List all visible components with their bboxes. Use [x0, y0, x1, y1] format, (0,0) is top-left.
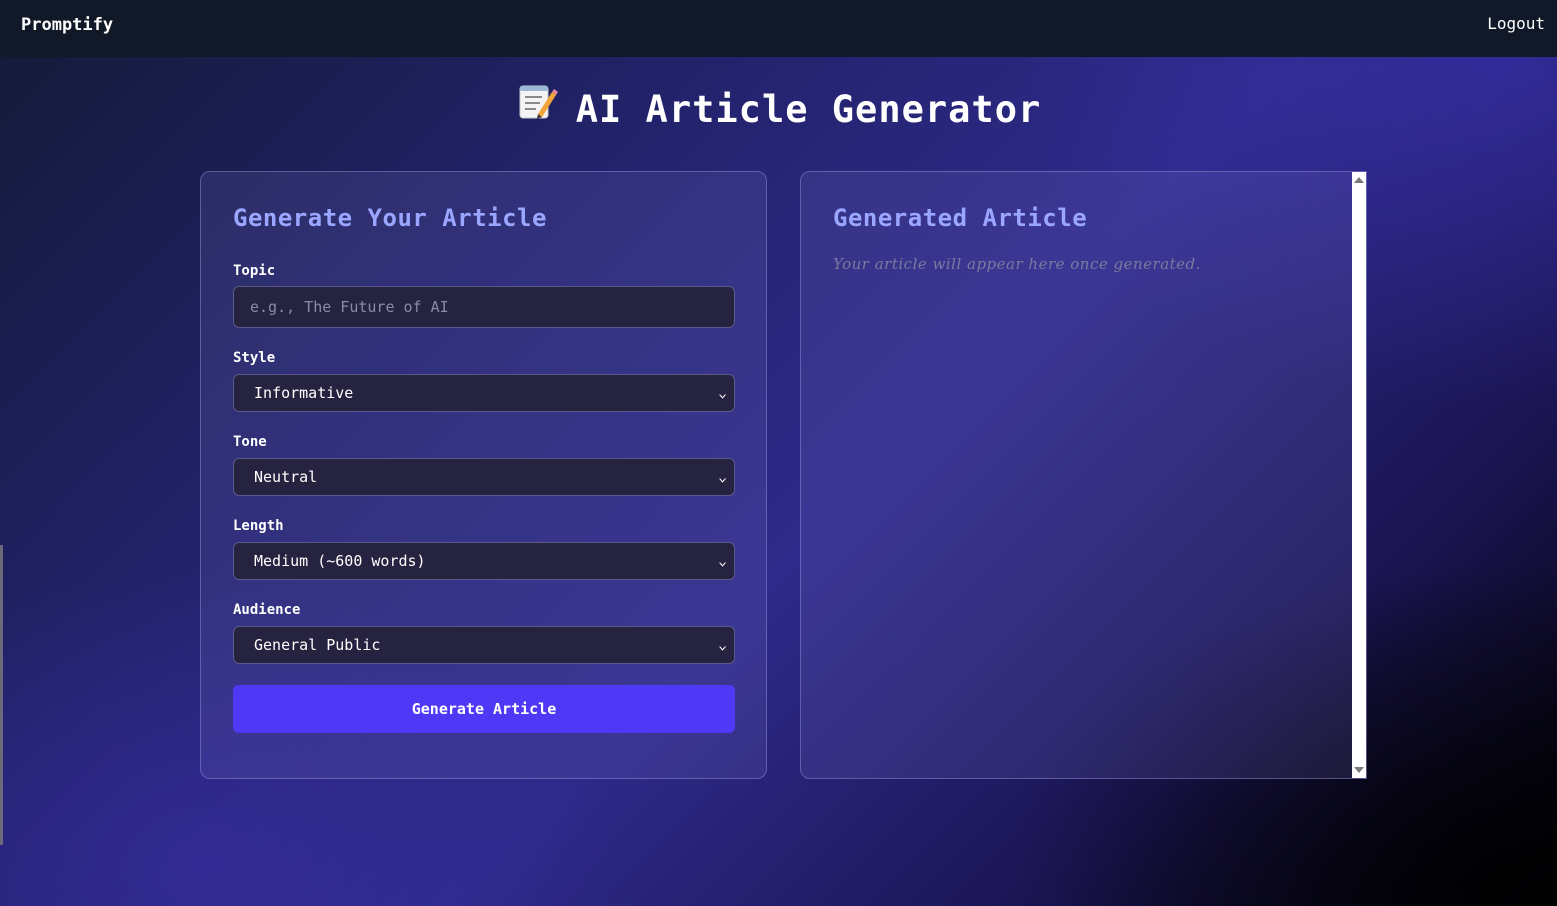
- page-title: AI Article Generator: [0, 84, 1557, 135]
- window-edge: [0, 545, 3, 845]
- article-scrollbar[interactable]: [1352, 172, 1366, 778]
- chevron-down-icon: ⌄: [717, 638, 728, 652]
- audience-select[interactable]: General Public ⌄: [233, 626, 735, 664]
- audience-selected-value: General Public: [254, 636, 381, 654]
- length-select[interactable]: Medium (~600 words) ⌄: [233, 542, 735, 580]
- style-selected-value: Informative: [254, 384, 354, 402]
- chevron-down-icon: ⌄: [717, 470, 728, 484]
- output-heading: Generated Article: [833, 204, 1088, 232]
- topic-label: Topic: [233, 263, 276, 279]
- length-selected-value: Medium (~600 words): [254, 552, 426, 570]
- generated-article-card: Generated Article Your article will appe…: [800, 171, 1367, 779]
- scroll-up-arrow-icon[interactable]: [1354, 177, 1364, 183]
- style-label: Style: [233, 350, 276, 366]
- tone-selected-value: Neutral: [254, 468, 318, 486]
- brand-logo[interactable]: Promptify: [21, 15, 113, 35]
- memo-icon: [516, 80, 558, 131]
- form-heading: Generate Your Article: [233, 204, 547, 232]
- chevron-down-icon: ⌄: [717, 386, 728, 400]
- audience-label: Audience: [233, 602, 301, 618]
- chevron-down-icon: ⌄: [717, 554, 728, 568]
- page-title-text: AI Article Generator: [575, 88, 1042, 131]
- length-label: Length: [233, 518, 284, 534]
- logout-link[interactable]: Logout: [1487, 14, 1545, 33]
- generate-article-button[interactable]: Generate Article: [233, 685, 735, 733]
- top-navbar: Promptify Logout: [0, 0, 1557, 57]
- tone-label: Tone: [233, 434, 267, 450]
- tone-select[interactable]: Neutral ⌄: [233, 458, 735, 496]
- scroll-down-arrow-icon[interactable]: [1354, 767, 1364, 773]
- style-select[interactable]: Informative ⌄: [233, 374, 735, 412]
- topic-input[interactable]: [233, 286, 735, 328]
- article-form-card: Generate Your Article Topic Style Inform…: [200, 171, 767, 779]
- article-placeholder: Your article will appear here once gener…: [833, 255, 1201, 273]
